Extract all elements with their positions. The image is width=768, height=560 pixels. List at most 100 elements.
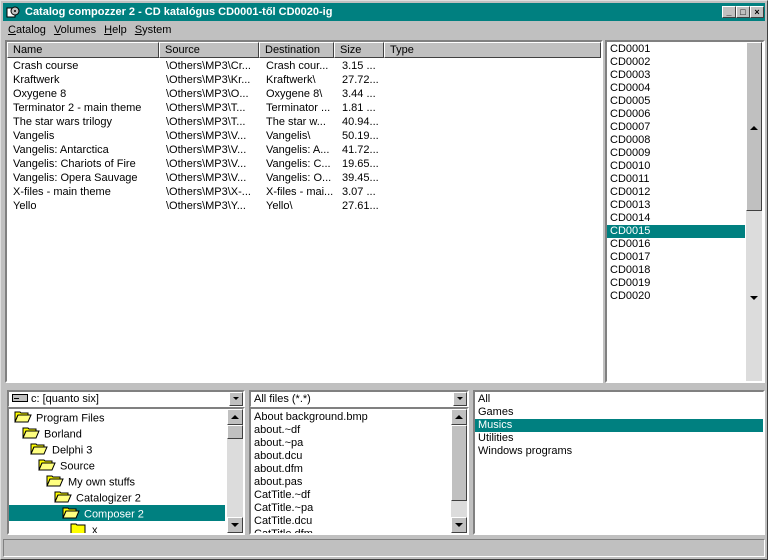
tree-item[interactable]: Delphi 3 [9, 441, 225, 457]
table-cell-source: \Others\MP3\V... [166, 172, 247, 184]
file-item[interactable]: about.~pa [251, 437, 451, 450]
table-row[interactable]: Vangelis: Opera Sauvage \Others\MP3\V... V… [7, 171, 601, 185]
file-item[interactable]: CatTitle.dcu [251, 515, 451, 528]
volume-scrollbar[interactable] [746, 42, 762, 381]
arrow-up-icon [455, 415, 463, 419]
category-item[interactable]: All [475, 393, 763, 406]
tree-item[interactable]: Borland [9, 425, 225, 441]
table-cell-name: Vangelis: Antarctica [13, 144, 109, 156]
table-row[interactable]: Oxygene 8 \Others\MP3\O... Oxygene 8\ 3.44 … [7, 87, 601, 101]
table-cell-destination: Vangelis: C... [266, 158, 331, 170]
volume-item[interactable]: CD0009 [607, 147, 745, 160]
title-bar[interactable]: Catalog compozzer 2 - CD katalógus CD000… [3, 3, 765, 21]
menu-system[interactable]: System [132, 22, 175, 38]
volume-scroll-up-button[interactable] [746, 120, 762, 136]
table-cell-source: \Others\MP3\Y... [166, 200, 246, 212]
file-list-view[interactable]: Name Source Destination Size Type Crash … [5, 40, 603, 383]
file-scroll-down-button[interactable] [451, 517, 467, 533]
drive-combo[interactable]: c: [quanto six] [7, 390, 245, 408]
volume-list[interactable]: CD0001 CD0002 CD0003 CD0004 CD0005 CD0006 CD00… [605, 40, 765, 383]
table-row[interactable]: Vangelis: Antarctica \Others\MP3\V... Vang… [7, 143, 601, 157]
table-row[interactable]: Yello \Others\MP3\Y... Yello\ 27.61... [7, 199, 601, 213]
table-row[interactable]: Crash course \Others\MP3\Cr... Crash cour.… [7, 59, 601, 73]
file-item[interactable]: about.~df [251, 424, 451, 437]
volume-item[interactable]: CD0005 [607, 95, 745, 108]
close-button[interactable]: × [750, 6, 764, 18]
volume-item[interactable]: CD0002 [607, 56, 745, 69]
category-item[interactable]: Utilities [475, 432, 763, 445]
filter-dropdown-button[interactable] [453, 392, 467, 406]
menu-help[interactable]: Help [101, 22, 130, 38]
volume-item[interactable]: CD0020 [607, 290, 745, 303]
tree-scrollbar[interactable] [227, 409, 243, 533]
menu-catalog[interactable]: Catalog [5, 22, 49, 38]
file-item[interactable]: About background.bmp [251, 411, 451, 424]
table-row[interactable]: X-files - main theme \Others\MP3\X-... X-f… [7, 185, 601, 199]
file-item[interactable]: about.dfm [251, 463, 451, 476]
menu-bar: Catalog Volumes Help System [3, 22, 174, 38]
category-item[interactable]: Games [475, 406, 763, 419]
volume-item[interactable]: CD0014 [607, 212, 745, 225]
column-header-destination[interactable]: Destination [259, 42, 334, 58]
tree-item[interactable]: Catalogizer 2 [9, 489, 225, 505]
table-row[interactable]: The star wars trilogy \Others\MP3\T... The… [7, 115, 601, 129]
file-item[interactable]: about.dcu [251, 450, 451, 463]
volume-item[interactable]: CD0004 [607, 82, 745, 95]
tree-item[interactable]: Program Files [9, 409, 225, 425]
table-row[interactable]: Terminator 2 - main theme \Others\MP3\T..… [7, 101, 601, 115]
file-scroll-thumb[interactable] [451, 425, 467, 501]
volume-item[interactable]: CD0001 [607, 43, 745, 56]
volume-item[interactable]: CD0013 [607, 199, 745, 212]
tree-item-label: x [92, 524, 98, 535]
main-window: Catalog compozzer 2 - CD katalógus CD000… [0, 0, 768, 560]
file-item[interactable]: CatTitle.dfm [251, 528, 451, 533]
category-list[interactable]: All Games Musics Utilities Windows programs [473, 390, 765, 535]
file-list[interactable]: About background.bmp about.~df about.~pa ab… [249, 407, 469, 535]
maximize-button[interactable]: □ [736, 6, 750, 18]
drive-dropdown-button[interactable] [229, 392, 243, 406]
volume-item[interactable]: CD0006 [607, 108, 745, 121]
table-cell-name: Vangelis [13, 130, 55, 142]
tree-scroll-thumb[interactable] [227, 425, 243, 439]
tree-item[interactable]: My own stuffs [9, 473, 225, 489]
volume-item[interactable]: CD0019 [607, 277, 745, 290]
menu-volumes[interactable]: Volumes [51, 22, 99, 38]
category-item[interactable]: Musics [475, 419, 763, 432]
volume-item[interactable]: CD0012 [607, 186, 745, 199]
tree-item[interactable]: x [9, 521, 225, 535]
file-item[interactable]: CatTitle.~df [251, 489, 451, 502]
tree-scroll-up-button[interactable] [227, 409, 243, 425]
volume-item[interactable]: CD0007 [607, 121, 745, 134]
tree-item[interactable]: Source [9, 457, 225, 473]
volume-item[interactable]: CD0015 [607, 225, 745, 238]
volume-item[interactable]: CD0010 [607, 160, 745, 173]
volume-scroll-down-button[interactable] [746, 290, 762, 306]
file-item[interactable]: CatTitle.~pa [251, 502, 451, 515]
column-header-size[interactable]: Size [334, 42, 384, 58]
column-header-type[interactable]: Type [384, 42, 601, 58]
volume-item[interactable]: CD0016 [607, 238, 745, 251]
file-filter-combo[interactable]: All files (*.*) [249, 390, 469, 408]
tree-scroll-down-button[interactable] [227, 517, 243, 533]
volume-item[interactable]: CD0008 [607, 134, 745, 147]
table-cell-destination: Terminator ... [266, 102, 331, 114]
file-item[interactable]: about.pas [251, 476, 451, 489]
table-cell-name: Vangelis: Opera Sauvage [13, 172, 138, 184]
table-row[interactable]: Vangelis: Chariots of Fire \Others\MP3\V.… [7, 157, 601, 171]
file-list-scrollbar[interactable] [451, 409, 467, 533]
column-header-name[interactable]: Name [7, 42, 159, 58]
table-row[interactable]: Vangelis \Others\MP3\V... Vangelis\ 50.19..… [7, 129, 601, 143]
file-scroll-up-button[interactable] [451, 409, 467, 425]
volume-item[interactable]: CD0011 [607, 173, 745, 186]
minimize-button[interactable]: _ [722, 6, 736, 18]
category-item[interactable]: Windows programs [475, 445, 763, 458]
volume-item[interactable]: CD0018 [607, 264, 745, 277]
file-filter-value: All files (*.*) [254, 393, 311, 405]
volume-item[interactable]: CD0017 [607, 251, 745, 264]
tree-item[interactable]: Composer 2 [9, 505, 225, 521]
table-row[interactable]: Kraftwerk \Others\MP3\Kr... Kraftwerk\ 27.7… [7, 73, 601, 87]
column-header-source[interactable]: Source [159, 42, 259, 58]
folder-tree[interactable]: Program Files Borland Delphi 3 Source My own… [7, 407, 245, 535]
volume-item[interactable]: CD0003 [607, 69, 745, 82]
table-cell-source: \Others\MP3\X-... [166, 186, 251, 198]
